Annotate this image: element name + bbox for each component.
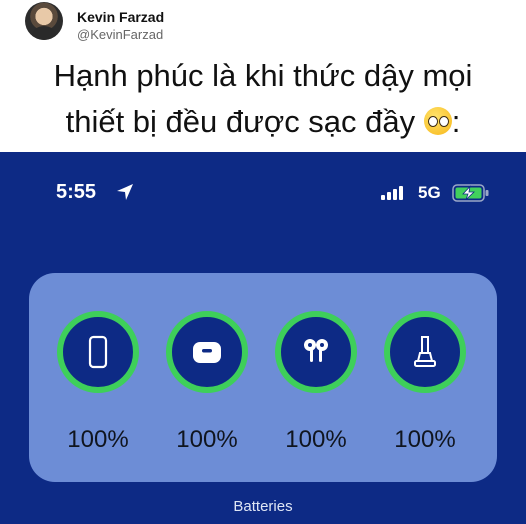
- caption-line-1-text: Hạnh phúc là khi thức dậy mọi: [53, 58, 473, 93]
- network-type: 5G: [418, 183, 441, 202]
- device-airpods-case: [164, 309, 250, 395]
- phone-screenshot: 5:55 5G 100% 100% 100% 100% Batteries: [0, 152, 526, 524]
- battery-percent-apple-pencil: 100%: [394, 426, 456, 453]
- device-airpods: [273, 309, 359, 395]
- widget-label: Batteries: [233, 498, 293, 515]
- batteries-widget[interactable]: 100% 100% 100% 100%: [29, 273, 497, 482]
- location-arrow-icon: [117, 184, 133, 200]
- avatar[interactable]: [25, 2, 63, 40]
- caption-end: :: [451, 104, 461, 139]
- status-time: 5:55: [56, 181, 97, 203]
- device-apple-pencil: [382, 309, 468, 395]
- tweet-header: Kevin Farzad @KevinFarzad Hạnh phúc là k…: [0, 0, 526, 152]
- iphone-icon: [88, 335, 108, 369]
- battery-percent-airpods-case: 100%: [176, 426, 238, 453]
- device-iphone: [55, 309, 141, 395]
- caption-line-1: Hạnh phúc là khi thức dậy mọi: [0, 56, 526, 96]
- crying-smile-emoji: [423, 107, 452, 135]
- airpods-icon: [304, 339, 328, 362]
- battery-percent-airpods: 100%: [285, 426, 347, 453]
- caption-line-2: thiết bị đều được sạc đầy :: [0, 102, 526, 142]
- signal-bars-icon: [381, 186, 403, 200]
- author-handle[interactable]: @KevinFarzad: [77, 27, 163, 42]
- airpods-case-icon: [193, 342, 221, 363]
- charging-battery-icon: [452, 184, 489, 202]
- caption-line-2-text: thiết bị đều được sạc đầy: [65, 104, 416, 139]
- battery-percent-iphone: 100%: [67, 426, 129, 453]
- author-name[interactable]: Kevin Farzad: [77, 9, 164, 25]
- apple-pencil-icon: [414, 336, 436, 367]
